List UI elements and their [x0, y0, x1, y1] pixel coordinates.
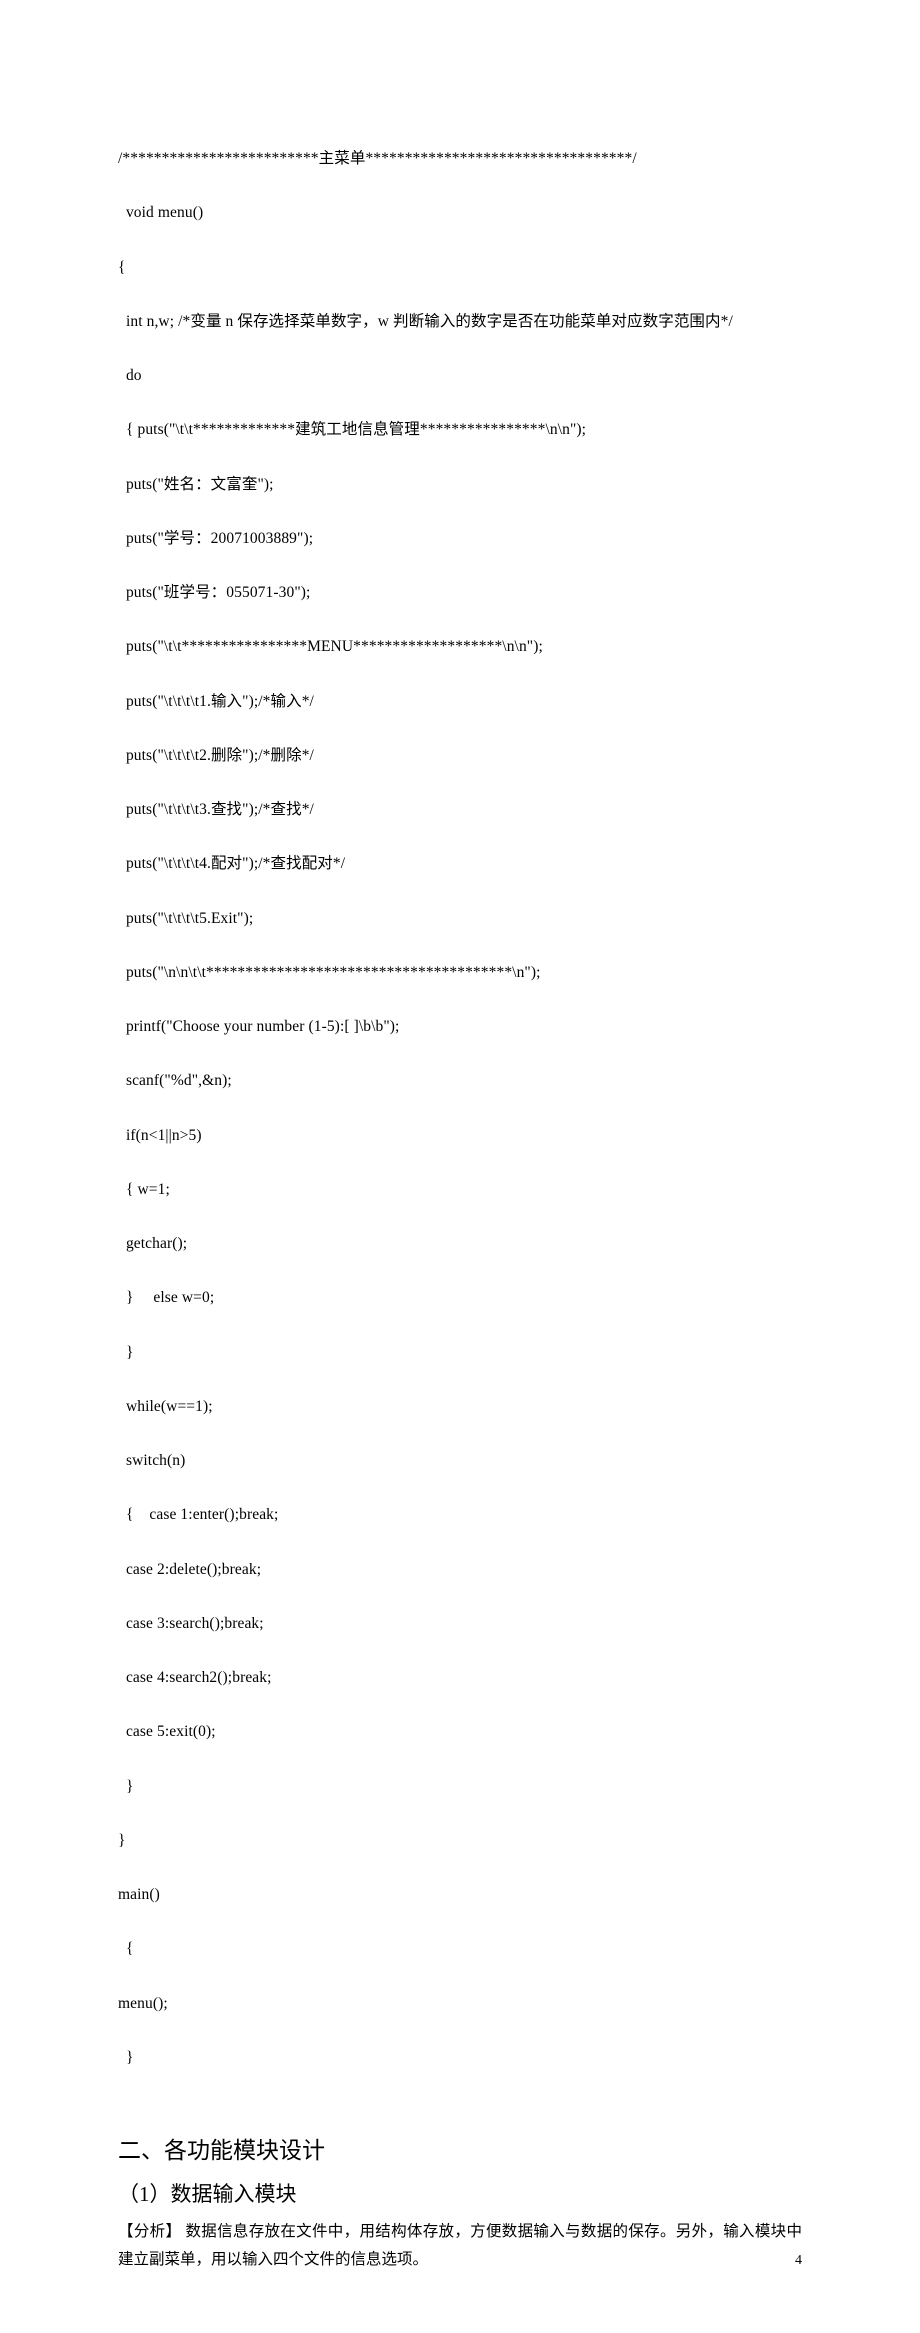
code-line: puts("姓名：文富奎");: [118, 471, 802, 498]
subsection-heading: （1）数据输入模块: [118, 2178, 802, 2212]
code-line: puts("\t\t\t\t5.Exit");: [118, 905, 802, 932]
code-line: puts("学号：20071003889");: [118, 525, 802, 552]
code-line: puts("\t\t****************MENU**********…: [118, 633, 802, 660]
code-line: getchar();: [118, 1230, 802, 1257]
code-line: puts("\t\t\t\t4.配对");/*查找配对*/: [118, 850, 802, 877]
code-line: puts("\t\t\t\t1.输入");/*输入*/: [118, 688, 802, 715]
code-line: puts("\t\t\t\t3.查找");/*查找*/: [118, 796, 802, 823]
code-line: } else w=0;: [118, 1284, 802, 1311]
analysis-paragraph: 【分析】 数据信息存放在文件中，用结构体存放，方便数据输入与数据的保存。另外，输…: [118, 2218, 802, 2274]
code-line: main(): [118, 1881, 802, 1908]
section-heading: 二、各功能模块设计: [118, 2133, 802, 2170]
code-line: if(n<1||n>5): [118, 1122, 802, 1149]
code-line: }: [118, 1773, 802, 1800]
code-line: {: [118, 1935, 802, 1962]
code-line: { w=1;: [118, 1176, 802, 1203]
code-line: { case 1:enter();break;: [118, 1501, 802, 1528]
code-line: void menu(): [118, 199, 802, 226]
code-line: puts("\n\n\t\t**************************…: [118, 959, 802, 986]
code-line: puts("班学号：055071-30");: [118, 579, 802, 606]
code-line: }: [118, 1339, 802, 1366]
code-line: printf("Choose your number (1-5):[ ]\b\b…: [118, 1013, 802, 1040]
code-line: case 5:exit(0);: [118, 1718, 802, 1745]
page-number: 4: [795, 2248, 802, 2273]
code-line: /*************************主菜单***********…: [118, 145, 802, 172]
code-line: {: [118, 254, 802, 281]
code-line: do: [118, 362, 802, 389]
code-line: case 4:search2();break;: [118, 1664, 802, 1691]
code-line: }: [118, 1827, 802, 1854]
code-line: case 3:search();break;: [118, 1610, 802, 1637]
code-line: while(w==1);: [118, 1393, 802, 1420]
code-line: scanf("%d",&n);: [118, 1067, 802, 1094]
code-line: case 2:delete();break;: [118, 1556, 802, 1583]
code-line: puts("\t\t\t\t2.删除");/*删除*/: [118, 742, 802, 769]
document-page: /*************************主菜单***********…: [0, 0, 920, 2333]
code-line: switch(n): [118, 1447, 802, 1474]
code-line: }: [118, 2044, 802, 2071]
code-block: /*************************主菜单***********…: [118, 118, 802, 2125]
code-line: { puts("\t\t*************建筑工地信息管理*******…: [118, 416, 802, 443]
code-line: int n,w; /*变量 n 保存选择菜单数字，w 判断输入的数字是否在功能菜…: [118, 308, 802, 335]
code-line: menu();: [118, 1990, 802, 2017]
